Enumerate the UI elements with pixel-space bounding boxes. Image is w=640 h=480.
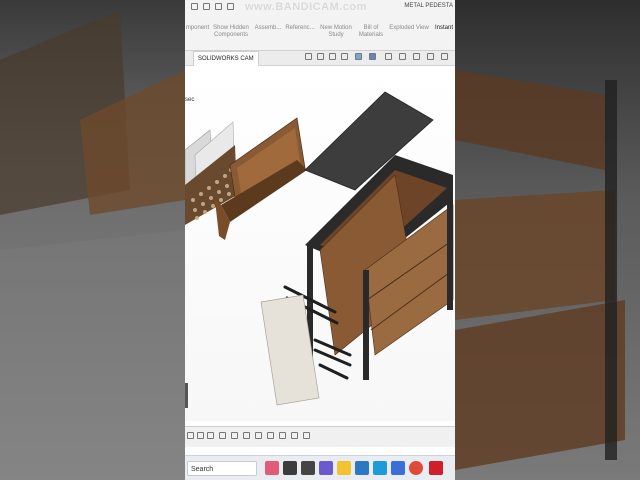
ribbon-reference-label: Referenc... xyxy=(285,25,315,31)
tab-bar: SOLIDWORKS CAM xyxy=(185,51,455,66)
heads-up-toolbar xyxy=(305,53,450,63)
solidworks-window: www.BANDICAM.com METAL PEDESTA mponent S… xyxy=(185,0,455,480)
ribbon-bom-button[interactable]: Bill of Materials xyxy=(357,25,385,49)
zoom-area-icon[interactable] xyxy=(317,53,324,60)
file-explorer-icon[interactable] xyxy=(337,461,351,475)
tool-icon-2[interactable] xyxy=(197,432,204,439)
blurred-frame-post xyxy=(605,80,617,460)
task-view-icon[interactable] xyxy=(283,461,297,475)
print-icon[interactable] xyxy=(203,3,210,10)
ribbon-show-hidden-button[interactable]: Show Hidden Components xyxy=(211,25,251,49)
ribbon-exploded-view-label: Exploded View xyxy=(389,25,429,31)
ribbon-quick-icons xyxy=(191,3,241,13)
windows-taskbar: Search xyxy=(185,455,455,480)
tool-icon-4[interactable] xyxy=(219,432,226,439)
more-icon[interactable] xyxy=(441,53,448,60)
ribbon-bom-label: Bill of Materials xyxy=(358,25,384,38)
tool-icon-3[interactable] xyxy=(207,432,214,439)
undo-icon[interactable] xyxy=(215,3,222,10)
people-app-icon[interactable] xyxy=(265,461,279,475)
graphics-viewport[interactable]: sec xyxy=(185,66,455,421)
view-orientation-icon[interactable] xyxy=(355,53,362,60)
blurred-drawer-3 xyxy=(455,300,625,470)
tool-icon-1[interactable] xyxy=(187,432,194,439)
tool-icon-7[interactable] xyxy=(255,432,262,439)
ribbon-new-motion-label: New Motion Study xyxy=(320,25,352,38)
bottom-toolbar xyxy=(185,426,455,447)
frame-leg-2 xyxy=(363,270,369,380)
recording-watermark: www.BANDICAM.com xyxy=(245,1,367,13)
exploded-assembly xyxy=(185,91,454,408)
taskbar-search[interactable]: Search xyxy=(187,461,257,476)
previous-view-icon[interactable] xyxy=(329,53,336,60)
tool-icon-6[interactable] xyxy=(243,432,250,439)
ribbon-assembly-label: Assemb... xyxy=(254,25,282,31)
tool-icon-8[interactable] xyxy=(267,432,274,439)
blurred-background-right xyxy=(455,0,640,480)
hide-show-items-icon[interactable] xyxy=(385,53,392,60)
edge-browser-icon[interactable] xyxy=(373,461,387,475)
store-icon[interactable] xyxy=(355,461,369,475)
ribbon-new-motion-button[interactable]: New Motion Study xyxy=(317,25,355,49)
chrome-icon[interactable] xyxy=(409,461,423,475)
zoom-to-fit-icon[interactable] xyxy=(305,53,312,60)
feature-tree-stub[interactable]: sec xyxy=(185,97,194,103)
solidworks-icon[interactable] xyxy=(429,461,443,475)
tool-icon-11[interactable] xyxy=(303,432,310,439)
tool-icon-10[interactable] xyxy=(291,432,298,439)
section-view-icon[interactable] xyxy=(341,53,348,60)
view-settings-icon[interactable] xyxy=(427,53,434,60)
document-title: METAL PEDESTA xyxy=(404,3,453,9)
display-style-icon[interactable] xyxy=(369,53,376,60)
ribbon-show-hidden-label: Show Hidden Components xyxy=(213,25,249,38)
apply-scene-icon[interactable] xyxy=(413,53,420,60)
ribbon-reference-button[interactable]: Referenc... xyxy=(284,25,316,49)
blurred-drawer-2 xyxy=(455,190,615,320)
chat-icon[interactable] xyxy=(319,461,333,475)
tool-icon-9[interactable] xyxy=(279,432,286,439)
options-icon[interactable] xyxy=(227,3,234,10)
tool-icon-5[interactable] xyxy=(231,432,238,439)
ribbon-assembly-button[interactable]: Assemb... xyxy=(253,25,283,49)
mail-icon[interactable] xyxy=(391,461,405,475)
frame-leg-3 xyxy=(447,200,453,310)
tab-solidworks-cam[interactable]: SOLIDWORKS CAM xyxy=(193,51,259,66)
ribbon-instant-button[interactable]: Instant xyxy=(433,25,455,49)
blurred-right-art xyxy=(455,70,625,470)
viewport-edge-mark xyxy=(185,383,188,408)
ribbon-instant-label: Instant xyxy=(434,25,453,31)
edit-appearance-icon[interactable] xyxy=(399,53,406,60)
ribbon-component-label: mponent xyxy=(185,25,210,31)
ribbon-exploded-view-button[interactable]: Exploded View xyxy=(387,25,431,49)
save-icon[interactable] xyxy=(191,3,198,10)
blurred-left-art xyxy=(0,10,185,480)
blurred-floor xyxy=(0,230,185,480)
desktop-icon[interactable] xyxy=(301,461,315,475)
taskbar-search-label: Search xyxy=(191,466,214,473)
blurred-drawer-1 xyxy=(455,70,605,170)
blurred-background-left xyxy=(0,0,185,480)
command-ribbon: www.BANDICAM.com METAL PEDESTA mponent S… xyxy=(185,0,455,51)
tab-solidworks-cam-label: SOLIDWORKS CAM xyxy=(198,56,254,62)
ribbon-component-button[interactable]: mponent xyxy=(185,25,210,49)
